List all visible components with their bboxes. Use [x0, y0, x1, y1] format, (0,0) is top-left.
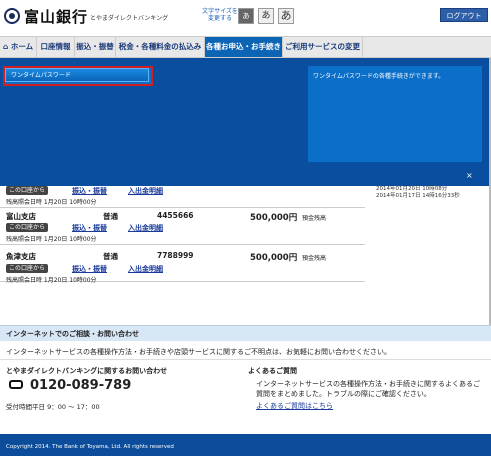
- account-row: 富山支店 普通 4455666 500,000円 預金残高 この口座から 振込・…: [0, 208, 365, 245]
- otp-button[interactable]: ワンタイムパスワード: [5, 68, 149, 82]
- nav-applications[interactable]: 各種お申込・お手続き: [205, 37, 283, 57]
- nav-service-change[interactable]: ご利用サービスの変更: [283, 37, 363, 57]
- font-size-large-button[interactable]: あ: [278, 8, 294, 24]
- transfer-link[interactable]: 振込・振替: [72, 186, 107, 196]
- from-account-tag: この口座から: [6, 264, 49, 273]
- description-panel: ワンタイムパスワードの各種手続きができます。: [308, 66, 482, 162]
- history-date-2: 2014年01月17日 14時16分33秒: [376, 193, 460, 199]
- close-icon[interactable]: ×: [466, 171, 473, 180]
- bank-logo-icon: [4, 8, 20, 24]
- account-balance: 500,000円: [250, 253, 298, 263]
- font-size-label: 文字サイズを変更する: [202, 8, 238, 22]
- inquiry-description: インターネットサービスの各種操作方法・お手続きや店頭サービスに関するご不明点は、…: [6, 348, 391, 356]
- nav-account-info[interactable]: 口座情報: [37, 37, 75, 57]
- branch-name: 魚津支店: [6, 252, 36, 261]
- divider: [0, 359, 491, 360]
- inquiry-heading: インターネットでのご相談・お問い合わせ: [0, 325, 491, 341]
- nav-home[interactable]: ⌂ ホーム: [0, 37, 37, 57]
- faq-link[interactable]: よくあるご質問はこちら: [256, 401, 333, 411]
- statement-link[interactable]: 入出金明細: [128, 223, 163, 233]
- service-name: とやまダイレクトバンキング: [90, 15, 169, 22]
- account-number: 4455666: [157, 211, 194, 220]
- free-dial-icon: [9, 380, 23, 389]
- account-row: 魚津支店 普通 7788999 500,000円 預金残高 この口座から 振込・…: [0, 245, 365, 284]
- phone-number: 0120-089-789: [30, 378, 132, 393]
- transfer-link[interactable]: 振込・振替: [72, 264, 107, 274]
- transfer-link[interactable]: 振込・振替: [72, 223, 107, 233]
- history-date-1: 2014年01月20日 10時08分: [376, 186, 448, 192]
- account-balance: 500,000円: [250, 213, 298, 223]
- branch-name: 富山支店: [6, 212, 36, 221]
- phone-heading: とやまダイレクトバンキングに関するお問い合わせ: [6, 367, 168, 375]
- main-nav: ⌂ ホーム 口座情報 振込・振替 税金・各種料金の払込み 各種お申込・お手続き …: [0, 36, 491, 58]
- account-row: この口座から 振込・振替 入出金明細 残高照会日時 1月20日 10時00分: [0, 186, 365, 208]
- statement-link[interactable]: 入出金明細: [128, 186, 163, 196]
- from-account-tag: この口座から: [6, 186, 49, 195]
- faq-description: インターネットサービスの各種操作方法・お手続きに関するよくあるご質問をまとめまし…: [256, 380, 480, 398]
- faq-heading: よくあるご質問: [248, 367, 297, 375]
- business-hours: 受付時間平日 9：00 ～ 17：00: [6, 403, 100, 411]
- balance-time: 残高照会日時 1月20日 10時00分: [6, 236, 97, 243]
- statement-link[interactable]: 入出金明細: [128, 264, 163, 274]
- history-dates: 2014年01月20日 10時08分 2014年01月17日 14時16分33秒: [376, 186, 460, 200]
- balance-time: 残高照会日時 1月20日 10時00分: [6, 199, 97, 206]
- logout-button[interactable]: ログアウト: [440, 8, 488, 22]
- bank-name: 富山銀行: [24, 8, 89, 26]
- copyright: Copyright 2014. The Bank of Toyama, Ltd.…: [6, 444, 174, 450]
- account-number: 7788999: [157, 251, 194, 260]
- account-type: 普通: [103, 252, 118, 261]
- nav-home-label: ホーム: [10, 42, 34, 51]
- balance-label: 預金残高: [302, 215, 327, 222]
- balance-label: 預金残高: [302, 255, 327, 262]
- balance-time: 残高照会日時 1月20日 10時00分: [6, 277, 97, 284]
- footer: Copyright 2014. The Bank of Toyama, Ltd.…: [0, 434, 491, 456]
- font-size-small-button[interactable]: あ: [238, 8, 254, 24]
- account-type: 普通: [103, 212, 118, 221]
- nav-transfer[interactable]: 振込・振替: [75, 37, 116, 57]
- from-account-tag: この口座から: [6, 223, 49, 232]
- nav-tax-payment[interactable]: 税金・各種料金の払込み: [116, 37, 205, 57]
- font-size-medium-button[interactable]: あ: [258, 8, 274, 24]
- home-icon: ⌂: [2, 42, 9, 51]
